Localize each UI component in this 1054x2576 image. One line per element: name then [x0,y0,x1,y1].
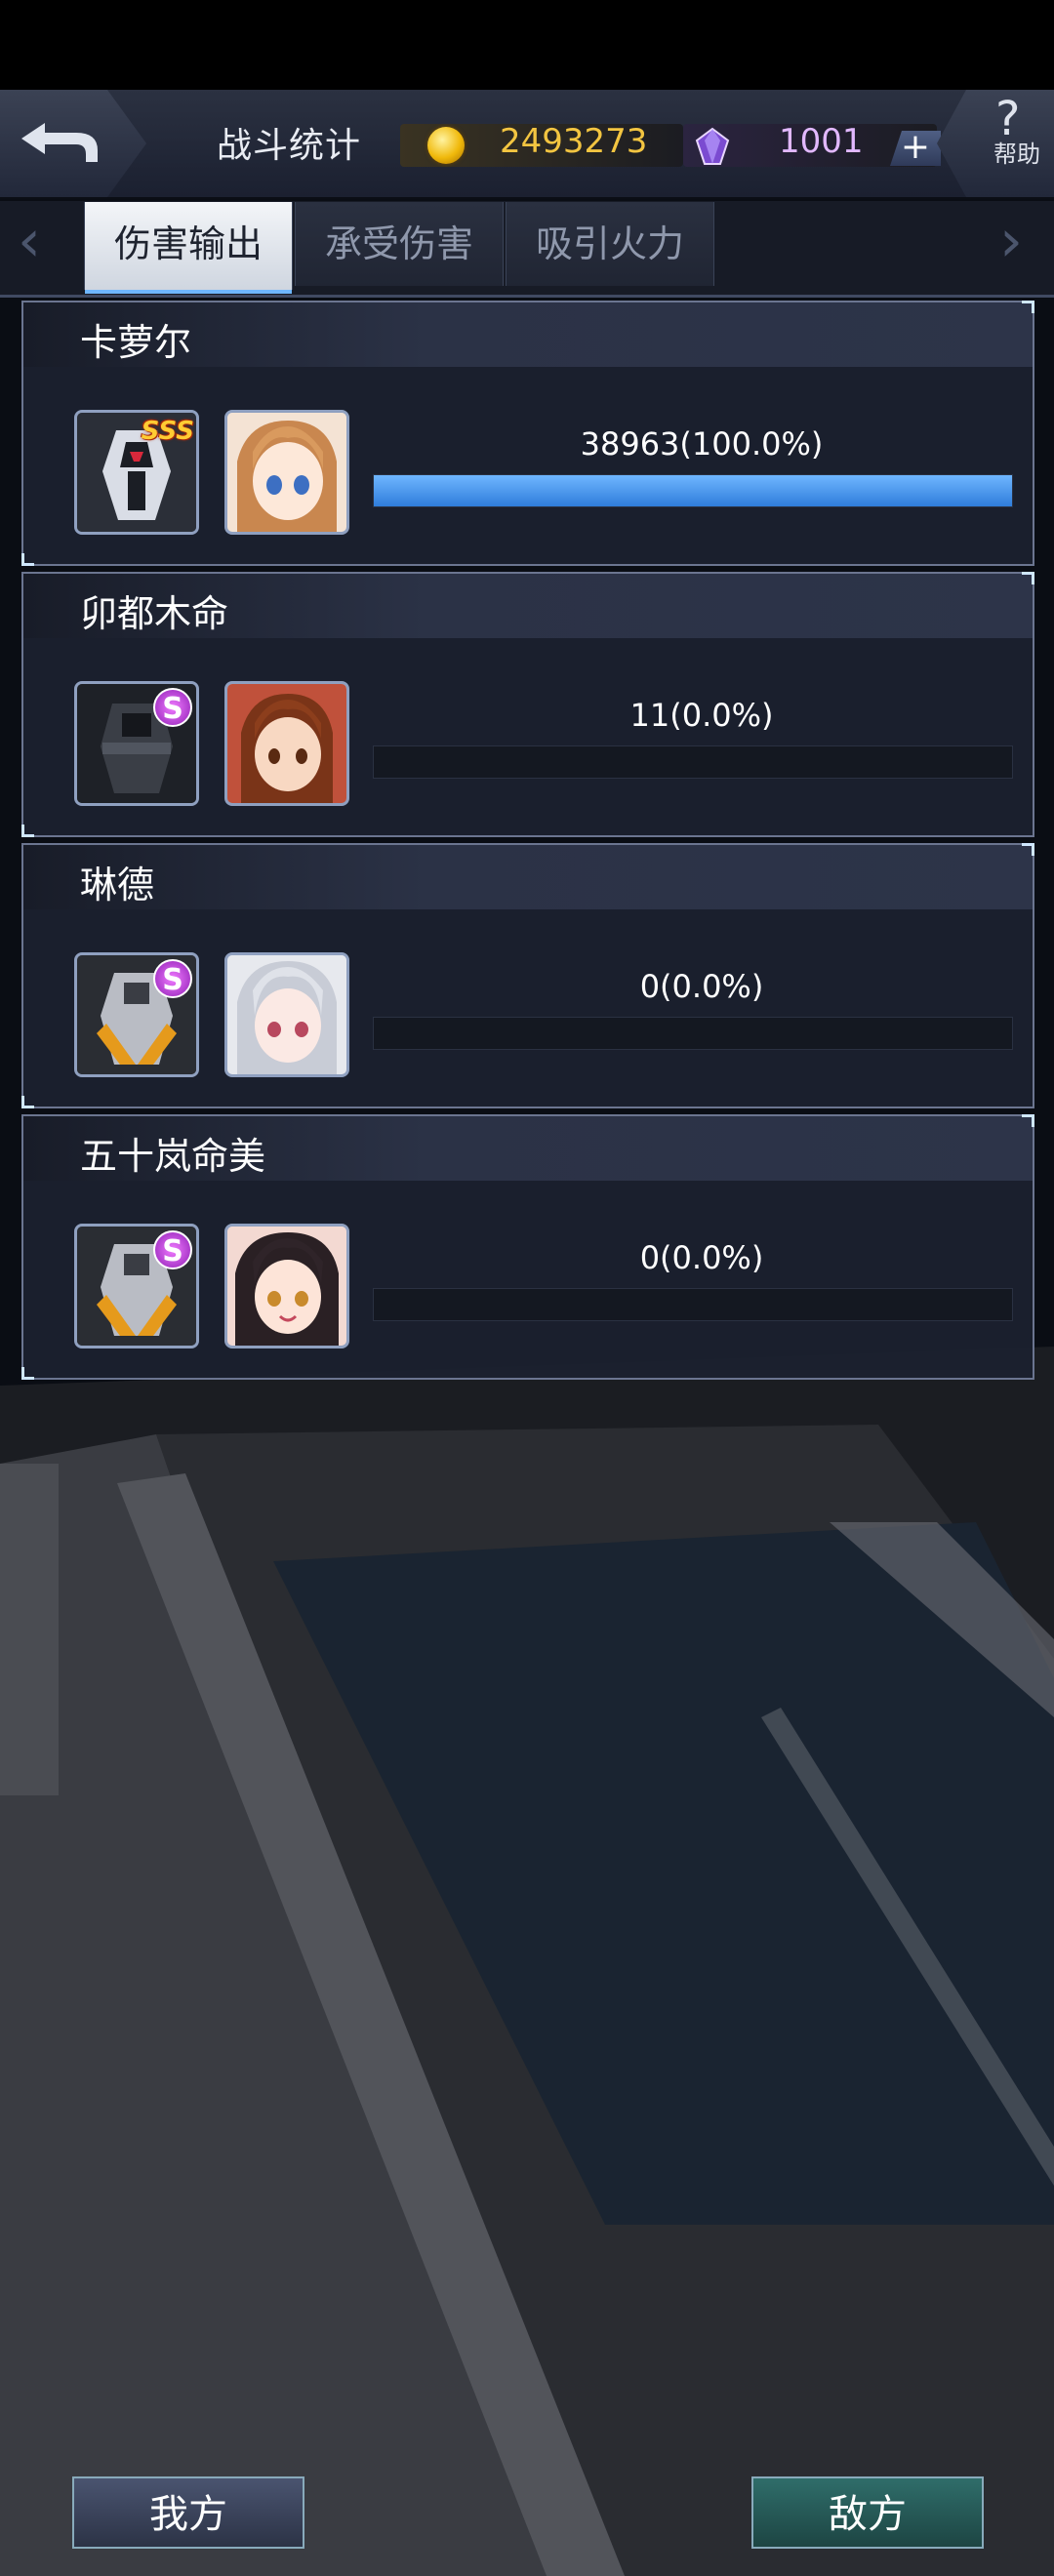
our-side-button[interactable]: 我方 [72,2476,304,2549]
damage-bar [373,1017,1013,1050]
pilot-mikoto-icon [227,684,346,803]
damage-value: 38963(100.0%) [580,425,824,463]
pilot-portrait[interactable] [224,952,349,1077]
rank-badge: S [153,1230,192,1269]
corner-accent [21,553,34,566]
page-title: 战斗统计 [217,126,362,166]
corner-accent [1022,1114,1034,1127]
rank-badge: SSS [141,417,194,446]
tab-damage-dealt[interactable]: 伤害输出 [84,202,293,294]
stat-card: 卯都木命 S 11(0.0%) [21,572,1034,837]
pilot-carol-icon [227,413,346,532]
damage-value: 0(0.0%) [639,1239,764,1276]
pilot-portrait[interactable] [224,1224,349,1348]
help-label: 帮助 [993,141,1040,168]
corner-accent [1022,572,1034,584]
corner-accent [21,1096,34,1108]
rank-badge: S [153,688,192,727]
gem-amount: 1001 [779,122,864,161]
stat-card: 卡萝尔 SSS 38963(100.0%) [21,301,1034,566]
damage-bar [373,1288,1013,1321]
unit-name: 琳德 [80,864,155,906]
gold-amount: 2493273 [500,122,648,161]
mech-portrait[interactable]: SSS [74,410,199,535]
rank-badge: S [153,959,192,998]
unit-name: 卯都木命 [80,592,229,635]
corner-accent [21,825,34,837]
chevron-left-icon[interactable]: ‹ [18,207,41,275]
gold-coin-icon [427,127,465,164]
mech-portrait[interactable]: S [74,952,199,1077]
mech-portrait[interactable]: S [74,681,199,806]
tab-damage-taken[interactable]: 承受伤害 [295,202,504,286]
pilot-igarashi-icon [227,1227,346,1346]
pilot-portrait[interactable] [224,410,349,535]
unit-name: 卡萝尔 [80,321,192,364]
back-arrow-icon [21,123,98,162]
chevron-right-icon[interactable]: › [999,207,1023,275]
damage-value: 11(0.0%) [629,697,774,734]
corner-accent [1022,843,1034,856]
damage-bar [373,745,1013,779]
corner-accent [1022,301,1034,313]
enemy-side-button[interactable]: 敌方 [751,2476,984,2549]
damage-value: 0(0.0%) [639,968,764,1005]
pilot-portrait[interactable] [224,681,349,806]
damage-bar-fill [374,475,1012,506]
pilot-linde-icon [227,955,346,1074]
damage-bar [373,474,1013,507]
diamond-gem-icon [695,127,730,165]
status-band [0,0,1054,90]
unit-name: 五十岚命美 [80,1135,266,1178]
card-header [23,845,1033,909]
corner-accent [21,1367,34,1380]
stat-card: 五十岚命美 S 0(0.0%) [21,1114,1034,1380]
stat-card: 琳德 S 0(0.0%) [21,843,1034,1108]
mech-portrait[interactable]: S [74,1224,199,1348]
tab-aggro[interactable]: 吸引火力 [506,202,714,286]
